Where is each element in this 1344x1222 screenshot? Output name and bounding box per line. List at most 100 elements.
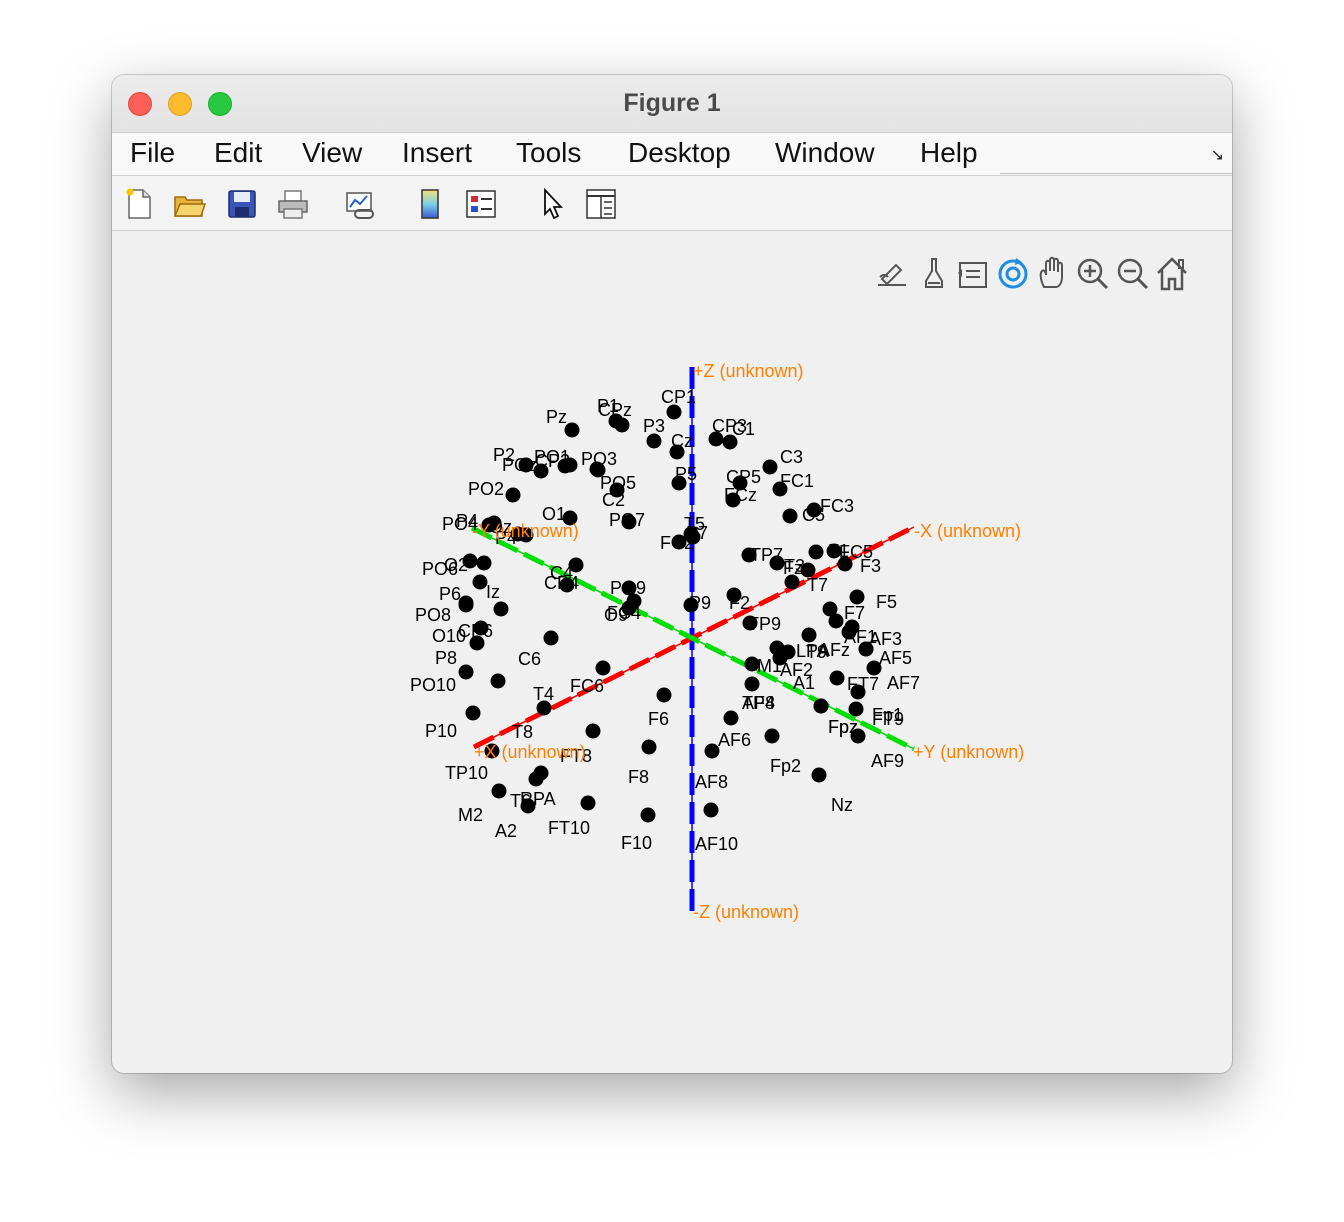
electrode-label: C6 bbox=[518, 649, 541, 669]
legend-icon[interactable] bbox=[464, 187, 498, 221]
menu-tools[interactable]: Tools bbox=[516, 137, 581, 169]
axis-label-minus-y: -Y (unknown) bbox=[472, 521, 579, 541]
electrode-marker bbox=[536, 700, 552, 716]
electrode-label: P4 bbox=[495, 528, 517, 548]
electrode-marker bbox=[458, 597, 474, 613]
electrode-label: A2 bbox=[495, 821, 517, 841]
axis-label-plus-x: +X (unknown) bbox=[474, 742, 586, 762]
electrode-label: P4 bbox=[456, 511, 478, 531]
electrode-label: FC6 bbox=[570, 676, 604, 696]
electrode-marker bbox=[621, 600, 637, 616]
zoom-in-icon[interactable] bbox=[1077, 258, 1109, 290]
electrode-marker bbox=[782, 508, 798, 524]
zoom-out-icon[interactable] bbox=[1117, 258, 1149, 290]
electrode-marker bbox=[764, 728, 780, 744]
electrode-label: O9 bbox=[604, 605, 628, 625]
electrode-marker bbox=[858, 641, 874, 657]
undock-icon[interactable]: ↘ bbox=[1211, 145, 1224, 165]
new-figure-icon[interactable] bbox=[122, 187, 156, 221]
electrode-label: P6 bbox=[439, 584, 461, 604]
electrode-marker bbox=[744, 676, 760, 692]
print-icon[interactable] bbox=[276, 187, 310, 221]
menu-file[interactable]: File bbox=[130, 137, 175, 169]
colorbar-icon[interactable] bbox=[413, 187, 447, 221]
electrode-label: T3 bbox=[784, 556, 805, 576]
data-tips-icon[interactable] bbox=[958, 262, 987, 288]
electrode-label: AFz bbox=[818, 640, 850, 660]
electrode-label: PO4 bbox=[442, 514, 478, 534]
menu-window[interactable]: Window bbox=[775, 137, 875, 169]
home-icon[interactable] bbox=[1157, 257, 1187, 291]
electrode-label: F2 bbox=[729, 593, 750, 613]
electrode-label: O10 bbox=[432, 626, 466, 646]
electrode-marker bbox=[837, 556, 853, 572]
electrode-label: CPz bbox=[598, 400, 632, 420]
electrode-label: P3 bbox=[643, 416, 665, 436]
electrode-marker bbox=[533, 765, 549, 781]
electrode-label: C5 bbox=[802, 505, 825, 525]
electrode-label: CP1 bbox=[661, 387, 696, 407]
electrode-marker bbox=[723, 710, 739, 726]
electrode-label: PO1 bbox=[534, 447, 570, 467]
electrode-label: T4 bbox=[533, 684, 554, 704]
electrode-marker bbox=[780, 644, 796, 660]
electrode-marker bbox=[520, 798, 536, 814]
electrode-label: C3 bbox=[780, 447, 803, 467]
pan-hand-icon[interactable] bbox=[1039, 256, 1063, 288]
title-bar[interactable]: Figure 1 bbox=[112, 75, 1232, 133]
save-icon[interactable] bbox=[225, 187, 259, 221]
electrode-marker bbox=[646, 433, 662, 449]
electrode-marker bbox=[844, 619, 860, 635]
electrode-marker bbox=[772, 481, 788, 497]
electrode-label: F8 bbox=[628, 767, 649, 787]
electrode-label: Fpz bbox=[828, 717, 858, 737]
menu-insert[interactable]: Insert bbox=[402, 137, 472, 169]
property-inspector-icon[interactable] bbox=[584, 187, 618, 221]
electrode-label: P8 bbox=[435, 648, 457, 668]
electrode-marker bbox=[801, 627, 817, 643]
electrode-label: PO6 bbox=[422, 559, 458, 579]
rotate-3d-icon[interactable] bbox=[998, 258, 1028, 289]
electrode-marker bbox=[580, 795, 596, 811]
electrode-label: TP9 bbox=[748, 614, 781, 634]
electrode-label: CP2 bbox=[535, 451, 570, 471]
electrode-label: C4 bbox=[550, 563, 573, 583]
electrode-marker bbox=[866, 660, 882, 676]
electrode-marker bbox=[568, 557, 584, 573]
electrode-marker bbox=[458, 595, 474, 611]
menu-view[interactable]: View bbox=[302, 137, 362, 169]
electrode-label: PO9 bbox=[610, 578, 646, 598]
electrode-marker bbox=[822, 601, 838, 617]
electrode-marker bbox=[703, 802, 719, 818]
electrode-marker bbox=[829, 670, 845, 686]
electrode-marker bbox=[811, 767, 827, 783]
link-plot-icon[interactable] bbox=[343, 187, 377, 221]
menu-help[interactable]: Help bbox=[920, 137, 978, 169]
electrode-label: Cz bbox=[671, 431, 693, 451]
electrode-label: C1 bbox=[732, 419, 755, 439]
figure-window: Figure 1 File Edit View Insert Tools Des… bbox=[112, 75, 1232, 1073]
electrode-label: Fp1 bbox=[872, 705, 903, 725]
axis-label-minus-z: -Z (unknown) bbox=[693, 902, 799, 922]
electrode-label: CP5 bbox=[726, 467, 761, 487]
open-file-icon[interactable] bbox=[172, 187, 206, 221]
window-title: Figure 1 bbox=[623, 89, 721, 117]
brush-edit-icon[interactable] bbox=[878, 263, 906, 286]
electrode-marker bbox=[732, 475, 748, 491]
electrode-marker bbox=[683, 526, 699, 542]
menu-separator bbox=[1000, 173, 1232, 174]
electrode-label: O1 bbox=[542, 504, 566, 524]
pointer-icon[interactable] bbox=[536, 187, 570, 221]
menu-desktop[interactable]: Desktop bbox=[628, 137, 731, 169]
electrode-marker bbox=[828, 613, 844, 629]
electrode-marker bbox=[626, 593, 642, 609]
electrode-label: CP6 bbox=[458, 621, 493, 641]
electrode-label: Fpz bbox=[828, 717, 858, 737]
electrode-label: Iz bbox=[486, 582, 500, 602]
electrode-label: AF9 bbox=[871, 751, 904, 771]
electrode-marker bbox=[564, 422, 580, 438]
electrode-label: T8 bbox=[512, 722, 533, 742]
x-axis-line bbox=[473, 526, 915, 748]
menu-edit[interactable]: Edit bbox=[214, 137, 262, 169]
data-brush-icon[interactable] bbox=[925, 258, 943, 288]
